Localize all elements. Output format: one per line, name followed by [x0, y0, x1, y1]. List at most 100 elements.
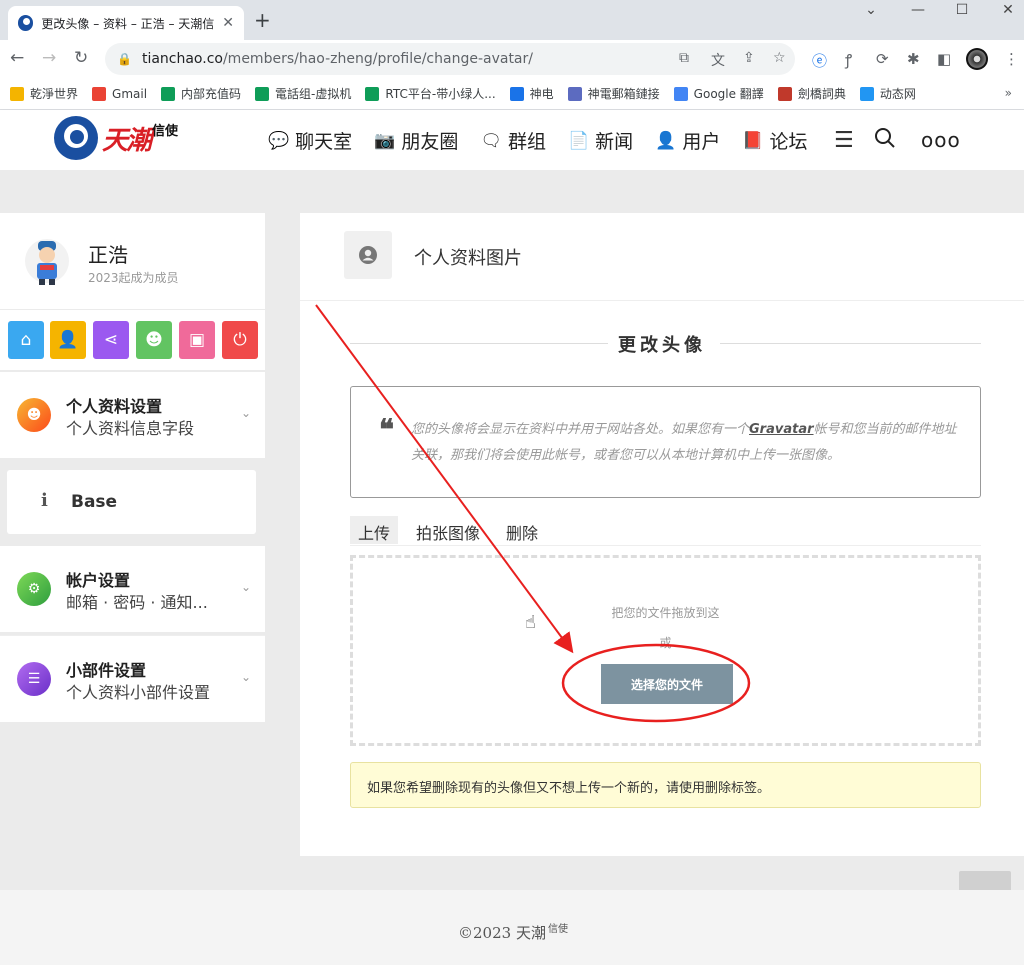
bookmark-item[interactable]: 动态网 [859, 85, 916, 102]
nav-item[interactable]: 📷 朋友圈 [374, 127, 458, 154]
tab-search-icon[interactable]: ⌄ [851, 2, 891, 18]
sheets-icon [365, 86, 380, 101]
gravatar-link[interactable]: Gravatar [749, 422, 814, 437]
bookmark-item[interactable]: 神电 [509, 85, 554, 102]
bookmark-label: RTC平台-带小绿人... [385, 87, 496, 101]
tab-take-photo[interactable]: 拍张图像 [408, 516, 488, 544]
menu-account-settings[interactable]: ⚙ 帐户设置 邮箱 · 密码 · 通知... ⌄ [0, 546, 265, 632]
file-dropzone[interactable]: 把您的文件拖放到这 或 选择您的文件 [350, 555, 981, 746]
translate-page-icon[interactable]: 文 [711, 50, 725, 70]
bookmark-item[interactable]: 内部充值码 [161, 85, 241, 102]
bookmark-label: 内部充值码 [181, 87, 242, 101]
power-icon[interactable]: ⏻ [222, 321, 258, 359]
profile-avatar-icon[interactable] [966, 48, 988, 70]
back-icon[interactable]: ← [10, 48, 24, 68]
browser-tab-bar: 更改头像 – 资料 – 正浩 – 天潮信 ✕ + ⌄ — ☐ ✕ [0, 0, 1024, 40]
bookmark-item[interactable]: 電話组-虚拟机 [255, 85, 351, 102]
minimize-icon[interactable]: — [898, 2, 938, 18]
choose-file-button[interactable]: 选择您的文件 [601, 664, 733, 704]
bookmark-item[interactable]: 劍橋詞典 [777, 85, 846, 102]
open-external-icon[interactable]: ⧉ [679, 50, 689, 66]
translate-icon [673, 86, 688, 101]
tab-delete[interactable]: 删除 [498, 516, 546, 544]
site-header: 天潮 信使 💬 聊天室 📷 朋友圈 🗨 群组 📄 新闻 👤 用户 📕 论坛 ☰ ooo [0, 110, 1024, 170]
info-quote: ❝ 您的头像将会显示在资料中并用于网站各处。如果您有一个Gravatar帐号和您… [350, 386, 981, 498]
quick-action-buttons: ⌂ 👤 ⋖ ☻ ▣ ⏻ [0, 310, 265, 370]
base-fields-item[interactable]: i Base [7, 470, 256, 534]
divider [350, 343, 608, 344]
bookmark-label: Google 翻譯 [693, 87, 764, 101]
hand-cursor-icon: ☝ [525, 612, 536, 633]
copyright-sup: 信使 [547, 924, 568, 935]
main-panel: 个人资料图片 更改头像 ❝ 您的头像将会显示在资料中并用于网站各处。如果您有一个… [300, 213, 1024, 856]
menu-title: 帐户设置 [66, 571, 131, 590]
main-nav: 💬 聊天室 📷 朋友圈 🗨 群组 📄 新闻 👤 用户 📕 论坛 [268, 127, 830, 154]
lock-icon[interactable]: 🔒 [117, 52, 132, 66]
logo-main-text: 天潮 [102, 125, 152, 156]
address-bar[interactable]: 🔒 tianchao.co/members/hao-zheng/profile/… [105, 43, 795, 75]
reload-icon[interactable]: ↻ [74, 48, 88, 68]
quote-icon: ❝ [379, 413, 395, 446]
more-options-icon[interactable]: ooo [921, 128, 961, 152]
chevron-down-icon[interactable]: ⌄ [241, 670, 251, 684]
bookmark-item[interactable]: 乾淨世界 [10, 85, 78, 102]
gears-icon: ⚙ [17, 572, 51, 606]
profile-icon[interactable]: ☻ [136, 321, 172, 359]
url-path: /members/hao-zheng/profile/change-avatar… [222, 51, 533, 67]
site-logo[interactable]: 天潮 信使 [54, 116, 178, 160]
menu-profile-settings[interactable]: ☻ 个人资料设置 个人资料信息字段 ⌄ [0, 372, 265, 458]
profile-card: 正浩 2023起成为成员 [0, 213, 265, 309]
nav-item[interactable]: 📄 新闻 [568, 127, 633, 154]
bookmark-label: 乾淨世界 [30, 87, 79, 101]
page-title: 个人资料图片 [414, 248, 522, 269]
bookmark-star-icon[interactable]: ☆ [773, 50, 786, 66]
home-icon[interactable]: ⌂ [8, 321, 44, 359]
bookmark-label: 劍橋詞典 [797, 87, 846, 101]
search-icon[interactable] [874, 124, 896, 152]
close-window-icon[interactable]: ✕ [988, 2, 1024, 18]
book-icon: 📕 [742, 130, 764, 151]
tab-upload[interactable]: 上传 [350, 516, 399, 544]
nav-item[interactable]: 💬 聊天室 [268, 127, 352, 154]
wave-icon [859, 86, 874, 101]
browser-tab[interactable]: 更改头像 – 资料 – 正浩 – 天潮信 ✕ [8, 6, 244, 40]
new-tab-icon[interactable]: + [254, 8, 271, 32]
nav-item[interactable]: 📕 论坛 [742, 127, 807, 154]
user-name[interactable]: 正浩 [88, 239, 128, 268]
hamburger-menu-icon[interactable]: ☰ [834, 128, 854, 153]
share-icon[interactable]: ⇪ [743, 50, 755, 66]
bookmark-item[interactable]: RTC平台-带小绿人... [365, 85, 496, 102]
chevron-down-icon[interactable]: ⌄ [241, 580, 251, 594]
user-avatar[interactable] [24, 235, 70, 287]
chevron-down-icon[interactable]: ⌄ [241, 406, 251, 420]
bookmark-item[interactable]: Google 翻譯 [673, 85, 764, 102]
nav-item[interactable]: 👤 用户 [655, 127, 720, 154]
sheets-icon [255, 86, 270, 101]
drop-hint: 把您的文件拖放到这 [611, 606, 720, 620]
menu-widget-settings[interactable]: ☰ 小部件设置 个人资料小部件设置 ⌄ [0, 635, 265, 722]
forward-icon[interactable]: → [42, 48, 56, 68]
extension-leaf-icon[interactable]: ꝭ [845, 50, 852, 70]
nav-label: 聊天室 [295, 131, 353, 153]
copyright-main: ©2023 天潮 [458, 924, 546, 942]
menu-title: 小部件设置 [66, 661, 147, 680]
bookmark-item[interactable]: Gmail [92, 86, 147, 101]
browser-menu-icon[interactable]: ⋮ [1004, 50, 1019, 68]
close-tab-icon[interactable]: ✕ [222, 15, 234, 31]
folder-icon [10, 86, 24, 101]
logo-swirl-icon [54, 116, 98, 160]
divider [720, 343, 981, 344]
bookmark-item[interactable]: 神電郵箱鏈接 [567, 85, 660, 102]
extensions-puzzle-icon[interactable]: ✱ [907, 50, 920, 68]
share-icon[interactable]: ⋖ [93, 321, 129, 359]
user-icon[interactable]: 👤 [50, 321, 86, 359]
sliders-icon: ☰ [17, 662, 51, 696]
bookmarks-overflow-icon[interactable]: » [1005, 86, 1012, 100]
side-panel-icon[interactable]: ◧ [937, 50, 951, 68]
maximize-icon[interactable]: ☐ [942, 2, 982, 18]
media-icon[interactable]: ▣ [179, 321, 215, 359]
extension-e-icon[interactable]: ⓔ [812, 50, 827, 71]
nav-item[interactable]: 🗨 群组 [480, 127, 546, 154]
nav-label: 用户 [682, 131, 721, 153]
extension-sync-icon[interactable]: ⟳ [876, 50, 889, 68]
